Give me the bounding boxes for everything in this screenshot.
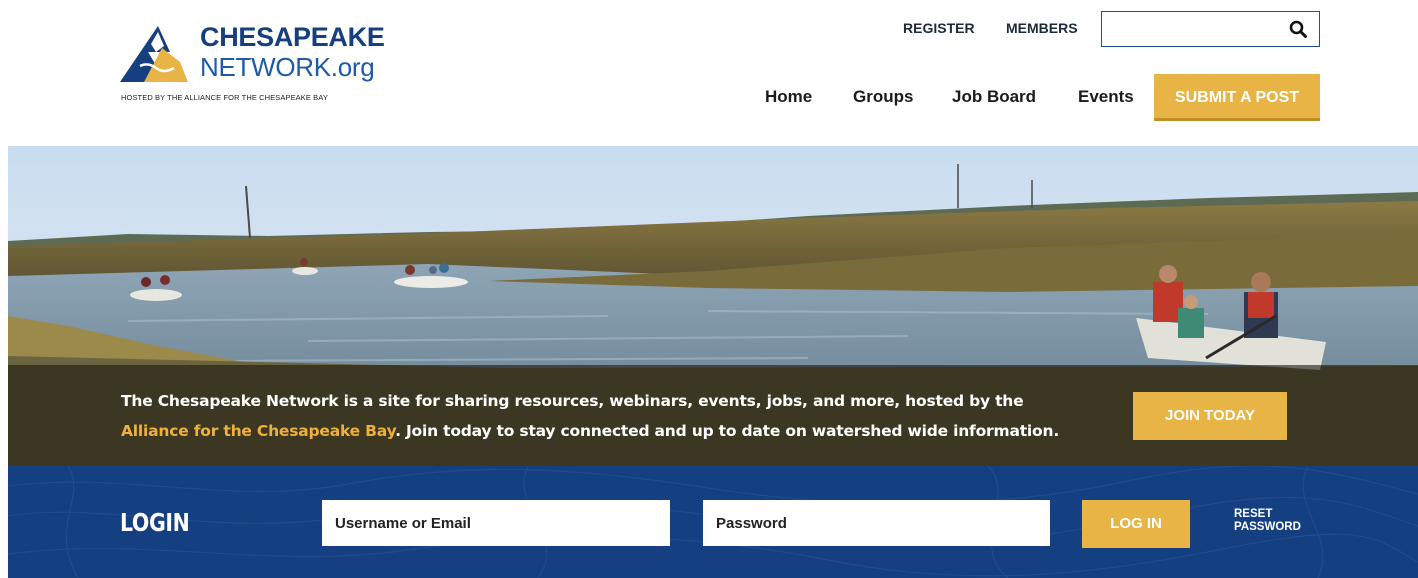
hero-text-outro: . Join today to stay connected and up to… — [395, 422, 1060, 440]
nav-events[interactable]: Events — [1078, 87, 1134, 107]
logo-subtitle: NETWORK.org — [200, 52, 375, 82]
logo-mark-icon — [120, 26, 188, 82]
username-input[interactable] — [322, 500, 670, 546]
login-bar: LOGIN LOG IN RESET PASSWORD — [8, 466, 1418, 578]
search-box — [1101, 11, 1320, 47]
hero-text-intro: The Chesapeake Network is a site for sha… — [121, 392, 1024, 410]
reset-label-1: RESET — [1234, 508, 1273, 520]
nav-job-board[interactable]: Job Board — [952, 87, 1036, 107]
hero-description: The Chesapeake Network is a site for sha… — [121, 386, 1101, 446]
password-input[interactable] — [703, 500, 1050, 546]
log-in-button[interactable]: LOG IN — [1082, 500, 1190, 548]
nav-home[interactable]: Home — [765, 87, 812, 107]
reset-label-2: PASSWORD — [1234, 521, 1301, 533]
alliance-link[interactable]: Alliance for the Chesapeake Bay — [121, 422, 395, 440]
register-link[interactable]: REGISTER — [903, 20, 975, 36]
submit-post-button[interactable]: SUBMIT A POST — [1154, 74, 1320, 121]
reset-password-link[interactable]: RESET PASSWORD — [1234, 508, 1301, 534]
username-field-wrap — [322, 500, 670, 546]
search-icon[interactable] — [1289, 20, 1307, 38]
search-input[interactable] — [1108, 16, 1278, 42]
hero-banner: The Chesapeake Network is a site for sha… — [8, 146, 1418, 466]
password-field-wrap — [703, 500, 1050, 546]
site-header: CHESAPEAKE NETWORK.org HOSTED BY THE ALL… — [0, 0, 1418, 146]
logo-title: CHESAPEAKE — [200, 22, 385, 52]
nav-groups[interactable]: Groups — [853, 87, 913, 107]
members-link[interactable]: MEMBERS — [1006, 20, 1078, 36]
login-title: LOGIN — [120, 508, 190, 537]
join-today-button[interactable]: JOIN TODAY — [1133, 392, 1287, 440]
site-logo[interactable]: CHESAPEAKE NETWORK.org HOSTED BY THE ALL… — [118, 22, 398, 108]
logo-tagline: HOSTED BY THE ALLIANCE FOR THE CHESAPEAK… — [121, 93, 328, 102]
